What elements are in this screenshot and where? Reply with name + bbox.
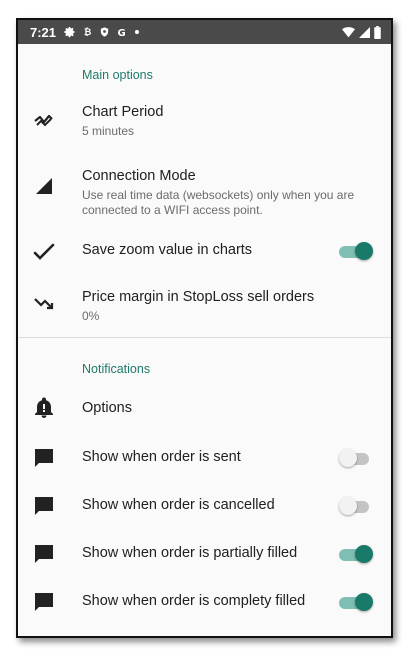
phone-screen: 7:21 ₿ G Main options Chart Period 5 min…	[16, 18, 393, 638]
signal-strength-icon	[32, 174, 56, 198]
order-sent-setting[interactable]: Show when order is sent	[18, 434, 391, 482]
setting-title: Show when order is partially filled	[82, 545, 298, 561]
checkmark-icon	[32, 239, 56, 263]
setting-title: Price margin in StopLoss sell orders	[82, 289, 315, 305]
section-header-notifications: Notifications	[82, 362, 151, 376]
svg-text:G: G	[118, 28, 126, 38]
order-sent-toggle[interactable]	[339, 448, 373, 468]
setting-summary: 0%	[82, 309, 100, 323]
setting-title: Chart Period	[82, 104, 164, 120]
dot-icon	[134, 29, 140, 35]
message-icon	[32, 446, 56, 470]
price-margin-setting[interactable]: Price margin in StopLoss sell orders 0%	[18, 275, 391, 337]
order-partial-toggle[interactable]	[339, 544, 373, 564]
shield-icon	[99, 26, 110, 38]
setting-title: Connection Mode	[82, 168, 196, 184]
setting-title: Show when order is complety filled	[82, 593, 306, 609]
setting-summary: 5 minutes	[82, 124, 135, 138]
wifi-icon	[342, 26, 355, 38]
setting-title: Save zoom value in charts	[82, 242, 253, 258]
section-header-main-options: Main options	[82, 68, 153, 82]
notification-options-setting[interactable]: Options	[18, 386, 391, 434]
status-bar: 7:21 ₿ G	[18, 20, 391, 44]
order-complete-setting[interactable]: Show when order is complety filled	[18, 578, 391, 626]
chart-period-setting[interactable]: Chart Period 5 minutes	[18, 92, 391, 150]
battery-icon	[374, 25, 381, 39]
message-icon	[32, 494, 56, 518]
message-icon	[32, 590, 56, 614]
order-cancelled-setting[interactable]: Show when order is cancelled	[18, 482, 391, 530]
save-zoom-toggle[interactable]	[339, 241, 373, 261]
svg-text:₿: ₿	[84, 27, 92, 38]
save-zoom-setting[interactable]: Save zoom value in charts	[18, 227, 391, 275]
gear-icon	[64, 26, 76, 38]
setting-title: Show when order is cancelled	[82, 497, 275, 513]
order-partial-setting[interactable]: Show when order is partially filled	[18, 530, 391, 578]
order-cancelled-toggle[interactable]	[339, 496, 373, 516]
status-time: 7:21	[30, 24, 57, 40]
trend-icon	[32, 108, 56, 132]
order-complete-toggle[interactable]	[339, 592, 373, 612]
setting-summary: Use real time data (websockets) only whe…	[82, 188, 355, 217]
setting-title: Options	[82, 400, 132, 416]
connection-mode-setting[interactable]: Connection Mode Use real time data (webs…	[18, 150, 391, 227]
trending-down-icon	[32, 291, 56, 315]
bitcoin-icon: ₿	[82, 26, 93, 38]
setting-title: Show when order is sent	[82, 449, 241, 465]
message-icon	[32, 542, 56, 566]
bell-icon	[32, 396, 56, 420]
google-icon: G	[116, 26, 128, 38]
signal-icon	[359, 26, 370, 38]
